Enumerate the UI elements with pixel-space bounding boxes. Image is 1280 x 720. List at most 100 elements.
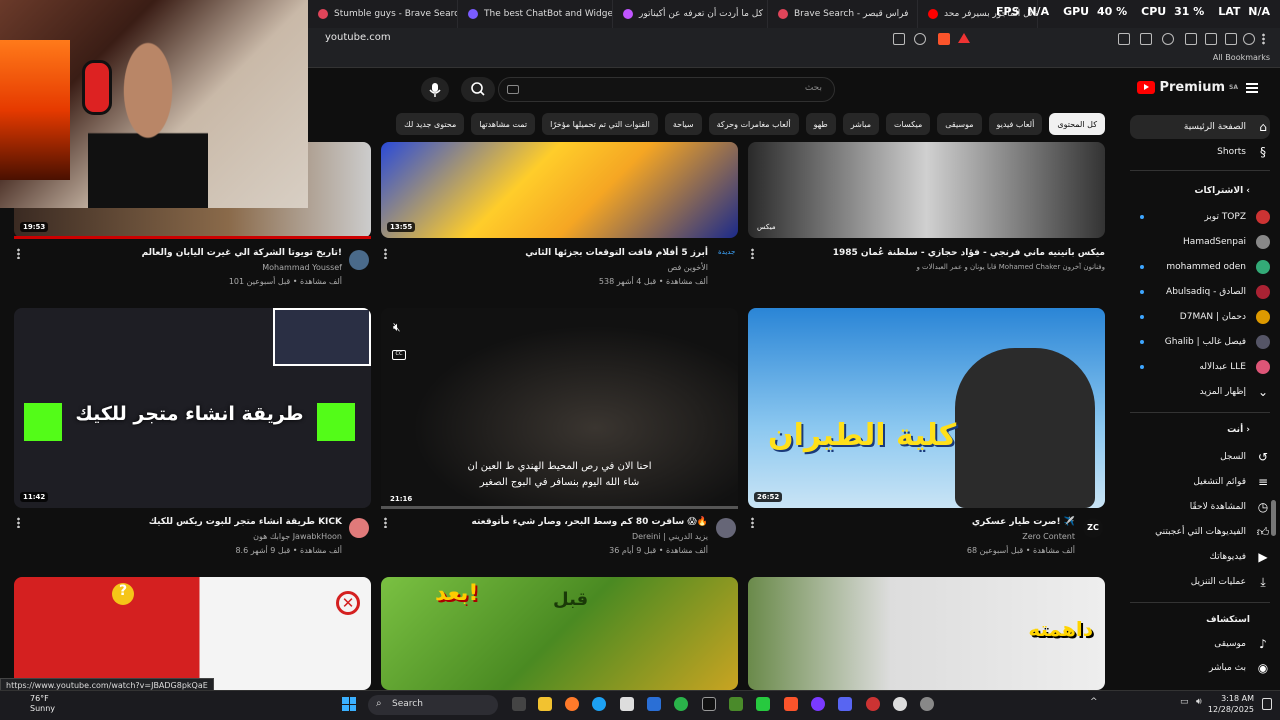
minecraft-icon[interactable] — [729, 697, 743, 711]
chip[interactable]: ميكسات — [886, 113, 931, 135]
video-title[interactable]: سافرت 80 كم وسط البحر، وصار شيء مأتوقعته… — [472, 517, 708, 527]
weather-widget[interactable]: 76°F Sunny — [8, 694, 55, 714]
channel-name[interactable]: Zero Content — [1022, 532, 1075, 541]
media-icon[interactable] — [1185, 33, 1197, 45]
sidebar-item-downloads[interactable]: عمليات التنزيل ⤓ — [1130, 570, 1270, 594]
install-app-icon[interactable] — [893, 33, 905, 45]
vpn-icon[interactable] — [1225, 33, 1237, 45]
video-title[interactable]: صرت طيار عسكري! ✈️ — [972, 517, 1075, 527]
sidebar-toggle-icon[interactable] — [1205, 33, 1217, 45]
sidebar-subscription[interactable]: Ghalib | فيصل غالب — [1130, 330, 1270, 354]
chip[interactable]: ألعاب مغامرات وحركة — [708, 113, 799, 135]
captions-icon[interactable]: CC — [392, 350, 406, 360]
channel-avatar[interactable] — [349, 518, 369, 538]
screenshot-icon[interactable] — [1140, 33, 1152, 45]
sidebar-subscription[interactable]: توبز TOPZ — [1130, 205, 1270, 229]
steam-icon[interactable] — [920, 697, 934, 711]
chip[interactable]: سياحة — [664, 113, 702, 135]
more-options-icon[interactable] — [751, 517, 754, 528]
url-field[interactable]: youtube.com — [325, 32, 391, 43]
sidebar-scrollbar[interactable] — [1271, 500, 1276, 536]
network-icon[interactable]: ▭ — [1180, 697, 1189, 707]
search-button[interactable] — [461, 77, 495, 102]
chip[interactable]: طهو — [805, 113, 836, 135]
channel-avatar[interactable] — [349, 250, 369, 270]
browser-tab[interactable]: Stumble guys - Brave Search — [308, 0, 458, 28]
notifications-icon[interactable] — [1262, 698, 1272, 710]
video-thumbnail[interactable]: طريقة انشاء متجر للكيك 11:42 — [14, 308, 371, 508]
subscriptions-header[interactable]: الاشتراكات ‹ — [1195, 186, 1251, 196]
sidebar-subscription[interactable]: HamadSenpai — [1130, 230, 1270, 254]
sidebar-item-your-videos[interactable]: فيديوهاتك ▶ — [1130, 545, 1270, 569]
more-options-icon[interactable] — [384, 248, 387, 259]
tray-overflow-icon[interactable]: ^ — [1090, 697, 1098, 707]
sidebar-item-watch-later[interactable]: المشاهدة لاحقًا ◷ — [1130, 495, 1270, 519]
brave-shields-icon[interactable] — [938, 33, 950, 45]
chip[interactable]: محتوى جديد لك — [396, 113, 465, 135]
youtube-logo[interactable]: Premium SA — [1137, 80, 1238, 95]
mail-icon[interactable] — [647, 697, 661, 711]
video-title[interactable]: تاريخ تويوتا الشركة الي غيرت اليابان وال… — [142, 248, 342, 258]
wallet-icon[interactable] — [1162, 33, 1174, 45]
keyboard-icon[interactable] — [507, 85, 519, 94]
chip-all[interactable]: كل المحتوى — [1049, 113, 1105, 135]
more-options-icon[interactable] — [17, 248, 20, 259]
sidebar-item-live[interactable]: بث مباشر ◉ — [1130, 656, 1270, 680]
sidebar-item-shorts[interactable]: Shorts § — [1130, 140, 1270, 164]
sidebar-subscription[interactable]: D7MAN | دحمان — [1130, 305, 1270, 329]
channel-name[interactable]: قابا يونان و عمر العبدالات و Mohamed Cha… — [916, 263, 1105, 271]
more-options-icon[interactable] — [384, 517, 387, 528]
preview-progress-bar[interactable] — [381, 506, 738, 509]
mute-icon[interactable]: 🔇︎ — [393, 320, 401, 335]
sidebar-item-playlists[interactable]: قوائم التشغيل ≡ — [1130, 470, 1270, 494]
play-app-icon[interactable] — [756, 697, 770, 711]
chip[interactable]: تمت مشاهدتها — [471, 113, 536, 135]
chip[interactable]: مباشر — [842, 113, 880, 135]
channel-name[interactable]: Mohammad Youssef — [262, 263, 342, 272]
channel-name[interactable]: الأخوين فص — [668, 263, 708, 272]
chip[interactable]: موسيقى — [937, 113, 982, 135]
browser-tab[interactable]: The best ChatBot and Widgets for K — [458, 0, 613, 28]
more-options-icon[interactable] — [751, 248, 754, 259]
edge-icon[interactable] — [592, 697, 606, 711]
ai-assistant-icon[interactable] — [1243, 33, 1255, 45]
browser-tab[interactable]: كل ما أردت أن تعرفه عن أكيناتور — [613, 0, 768, 28]
brave-rewards-icon[interactable] — [958, 33, 970, 43]
channel-name[interactable]: Dereini | يزيد الدريني — [632, 532, 708, 541]
hamburger-menu-icon[interactable] — [1246, 83, 1258, 93]
volume-icon[interactable]: 🔊︎ — [1196, 697, 1202, 707]
share-icon[interactable] — [914, 33, 926, 45]
browser-menu-icon[interactable] — [1262, 33, 1265, 45]
terminal-icon[interactable] — [702, 697, 716, 711]
video-thumbnail[interactable]: ميكس — [748, 142, 1105, 238]
channel-avatar[interactable]: ZC — [1083, 518, 1103, 538]
more-options-icon[interactable] — [17, 517, 20, 528]
firefox-icon[interactable] — [565, 697, 579, 711]
video-title[interactable]: أبرز 5 أفلام فاقت التوقعات بجزئها الثاني — [525, 248, 708, 258]
video-title[interactable]: طريقة انشاء متجر للبوت ريكس للكيك KICK — [149, 517, 342, 527]
sidebar-item-music[interactable]: موسيقى ♪ — [1130, 632, 1270, 656]
video-preview-player[interactable]: 🔇︎ CC احنا الان في رص المحيط الهندي ط ال… — [381, 308, 738, 508]
taskbar-search[interactable]: ⌕ Search — [368, 695, 498, 715]
sidebar-show-more[interactable]: إظهار المزيد ⌄ — [1130, 380, 1270, 404]
xbox-icon[interactable] — [674, 697, 688, 711]
video-title[interactable]: ميكس بانينيه ماني فرنجي - فؤاد حجازي - س… — [833, 248, 1105, 258]
video-thumbnail[interactable]: بعد! قبل — [381, 577, 738, 690]
video-thumbnail[interactable]: ? ✕ — [14, 577, 371, 690]
browser-tab[interactable]: Brave Search - فراس قيصر — [768, 0, 918, 28]
system-clock[interactable]: 3:18 AM 12/28/2025 — [1208, 693, 1254, 715]
video-thumbnail[interactable]: داهمته — [748, 577, 1105, 690]
discord-icon[interactable] — [838, 697, 852, 711]
file-explorer-icon[interactable] — [538, 697, 552, 711]
channel-avatar[interactable] — [716, 518, 736, 538]
sidebar-item-home[interactable]: الصفحة الرئيسية ⌂ — [1130, 115, 1270, 139]
store-icon[interactable] — [620, 697, 634, 711]
chip[interactable]: ألعاب فيديو — [988, 113, 1043, 135]
brave-icon[interactable] — [784, 697, 798, 711]
channel-name[interactable]: جوابك هون JawabkHoon — [253, 532, 342, 541]
extensions-icon[interactable] — [1118, 33, 1130, 45]
windows-start-icon[interactable] — [342, 697, 356, 711]
you-header[interactable]: أنت › — [1227, 425, 1250, 435]
all-bookmarks-button[interactable]: All Bookmarks — [1213, 53, 1270, 62]
task-view-icon[interactable] — [512, 697, 526, 711]
